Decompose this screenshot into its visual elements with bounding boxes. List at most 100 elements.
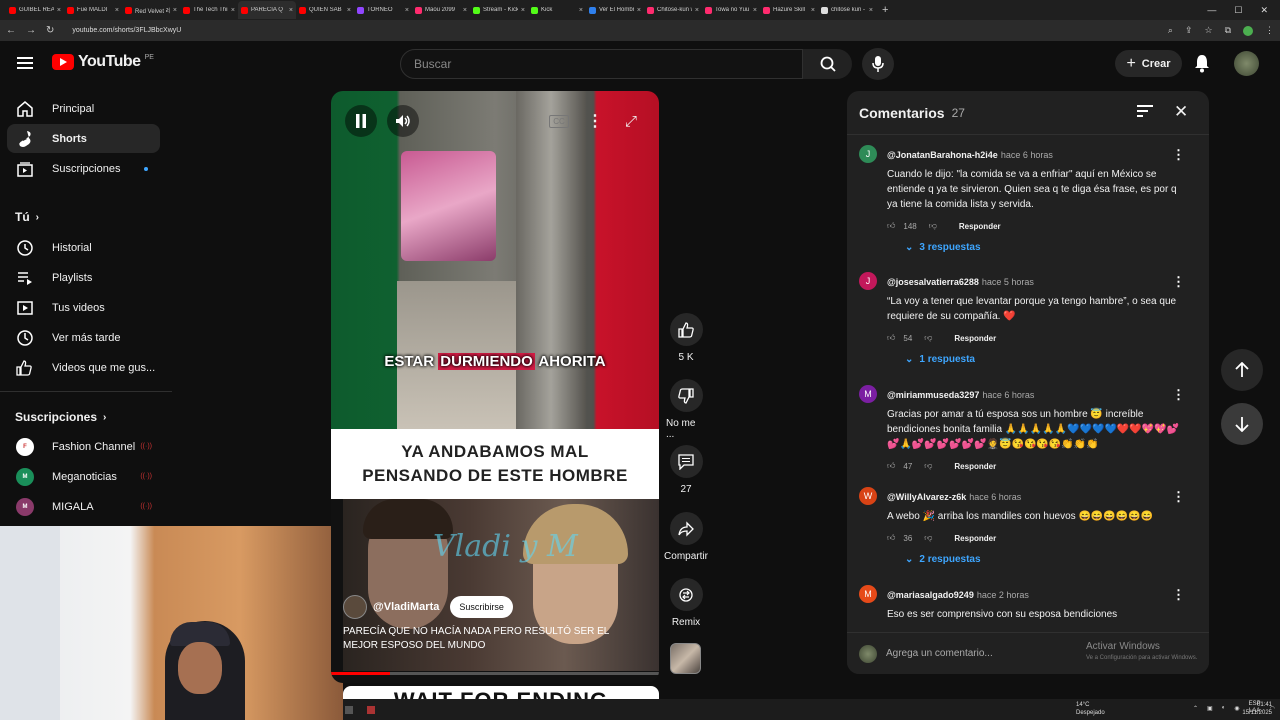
view-replies-button[interactable]: ⌄ 3 respuestas [905, 242, 1187, 253]
sidebar-item-historial[interactable]: Historial [7, 233, 160, 262]
app-icon[interactable] [367, 705, 375, 714]
bookmark-star-icon[interactable]: ☆ [1204, 25, 1212, 36]
browser-tab[interactable]: PARECÍA Q × [238, 1, 296, 19]
comment-author[interactable]: @WillyAlvarez-z6k [887, 492, 966, 502]
commenter-avatar[interactable]: M [859, 385, 877, 403]
share-button[interactable]: Compartir [664, 512, 708, 562]
minimize-icon[interactable]: — [1207, 5, 1216, 15]
profile-icon[interactable] [1243, 25, 1253, 36]
add-comment-input[interactable]: Agrega un comentario... [886, 648, 993, 659]
comment-like-icon[interactable]: 👍︎ [887, 461, 895, 471]
menu-icon[interactable]: ⋮ [1265, 25, 1274, 36]
browser-tab[interactable]: Ver El Hombre× [586, 1, 644, 19]
search-button[interactable] [803, 49, 852, 79]
pause-button[interactable] [345, 105, 377, 137]
comment-author[interactable]: @JonatanBarahona-h2i4e [887, 150, 998, 160]
comment-author[interactable]: @mariasalgado9249 [887, 590, 974, 600]
commenter-avatar[interactable]: M [859, 585, 877, 603]
new-tab-icon[interactable]: + [882, 4, 888, 16]
clock[interactable]: 01:41 15/11/2025 [1242, 701, 1272, 717]
browser-tab[interactable]: Maou 2099 × [412, 1, 470, 19]
sort-icon[interactable] [1137, 104, 1153, 123]
browser-tab[interactable]: GUIBEL REACCI× [6, 1, 64, 19]
browser-tab[interactable]: The Tech Thing× [180, 1, 238, 19]
close-tab-icon[interactable]: × [289, 7, 293, 14]
sidebar-item-ver-m-s-tarde[interactable]: Ver más tarde [7, 323, 160, 352]
tray-app-icon[interactable]: ▣ [1207, 705, 1213, 712]
commenter-avatar[interactable]: J [859, 145, 877, 163]
captions-button[interactable]: CC [543, 105, 575, 137]
url-text[interactable]: youtube.com/shorts/3FLJBbcXwyU [72, 27, 1158, 34]
tray-chevron-icon[interactable]: ⌃ [1193, 705, 1198, 712]
reply-button[interactable]: Responder [954, 462, 996, 471]
close-comments-icon[interactable]: ✕ [1174, 102, 1188, 122]
reply-button[interactable]: Responder [959, 222, 1001, 231]
search-input[interactable]: Buscar [400, 49, 803, 79]
close-tab-icon[interactable]: × [521, 7, 525, 14]
close-tab-icon[interactable]: × [869, 7, 873, 14]
close-tab-icon[interactable]: × [173, 7, 177, 14]
subscriptions-section-heading[interactable]: Suscripciones › [15, 410, 106, 424]
add-comment-bar[interactable]: Agrega un comentario... [847, 632, 1209, 674]
browser-tab[interactable]: Stream - Kick D× [470, 1, 528, 19]
notifications-bell-icon[interactable] [1193, 53, 1211, 78]
browser-tab[interactable]: Chitose-kun wa× [644, 1, 702, 19]
comment-dislike-icon[interactable]: 👎︎ [924, 333, 932, 343]
close-tab-icon[interactable]: × [405, 7, 409, 14]
comment-menu-icon[interactable]: ⋮ [1172, 274, 1185, 290]
channel-name[interactable]: @VladiMarta [373, 601, 439, 613]
you-section-heading[interactable]: Tú › [15, 210, 39, 224]
subscription-channel[interactable]: M MIGALA ((·)) [7, 492, 160, 521]
comment-menu-icon[interactable]: ⋮ [1172, 147, 1185, 163]
browser-tab[interactable]: Fue MALDI × [64, 1, 122, 19]
previous-short-button[interactable] [1221, 349, 1263, 391]
tray-app-icon[interactable]: ◐ [1222, 705, 1226, 711]
share-page-icon[interactable]: ⇪ [1185, 25, 1193, 36]
audio-thumbnail[interactable] [670, 643, 701, 674]
reply-button[interactable]: Responder [954, 534, 996, 543]
voice-search-button[interactable] [862, 48, 894, 80]
create-button[interactable]: + Crear [1115, 50, 1182, 77]
comment-dislike-icon[interactable]: 👎︎ [924, 461, 932, 471]
sidebar-item-suscripciones[interactable]: Suscripciones [7, 154, 160, 183]
commenter-avatar[interactable]: J [859, 272, 877, 290]
like-button[interactable]: 5 K [666, 313, 706, 363]
short-title[interactable]: PARECÍA QUE NO HACÍA NADA PERO RESULTÓ S… [343, 625, 643, 653]
close-tab-icon[interactable]: × [463, 7, 467, 14]
video-progress-bar[interactable] [331, 672, 659, 675]
extensions-icon[interactable]: ⧉ [1225, 25, 1231, 36]
comment-like-icon[interactable]: 👍︎ [887, 333, 895, 343]
comments-button[interactable]: 27 [666, 445, 706, 495]
close-tab-icon[interactable]: × [695, 7, 699, 14]
comment-dislike-icon[interactable]: 👎︎ [924, 533, 932, 543]
forward-icon[interactable]: → [26, 25, 36, 36]
volume-button[interactable] [387, 105, 419, 137]
comment-menu-icon[interactable]: ⋮ [1172, 489, 1185, 505]
view-replies-button[interactable]: ⌄ 1 respuesta [905, 354, 1187, 365]
comment-menu-icon[interactable]: ⋮ [1172, 587, 1185, 603]
short-video-player[interactable]: ESTAR DURMIENDO AHORITA YA ANDABAMOS MAL… [331, 91, 659, 683]
browser-tab[interactable]: QUIEN SAB × [296, 1, 354, 19]
subscription-channel[interactable]: F Fashion Channel ((·)) [7, 432, 160, 461]
subscribe-button[interactable]: Suscribirse [450, 596, 513, 618]
browser-tab[interactable]: TORNEO × [354, 1, 412, 19]
remix-button[interactable]: Remix [666, 578, 706, 628]
close-tab-icon[interactable]: × [115, 7, 119, 14]
comment-dislike-icon[interactable]: 👎︎ [929, 221, 937, 231]
weather-widget[interactable]: 14°C Despejado [1076, 701, 1105, 717]
maximize-icon[interactable]: ☐ [1234, 5, 1242, 16]
tray-app-icon[interactable]: ◉ [1234, 705, 1239, 712]
close-tab-icon[interactable]: × [231, 7, 235, 14]
comment-menu-icon[interactable]: ⋮ [1172, 387, 1185, 403]
close-tab-icon[interactable]: × [347, 7, 351, 14]
close-tab-icon[interactable]: × [811, 7, 815, 14]
fullscreen-button[interactable]: ⤢ [615, 105, 647, 137]
dislike-button[interactable]: No me ... [666, 379, 706, 440]
sidebar-item-principal[interactable]: Principal [7, 94, 160, 123]
browser-tab[interactable]: Kick × [528, 1, 586, 19]
comment-like-icon[interactable]: 👍︎ [887, 221, 895, 231]
sidebar-item-tus-videos[interactable]: Tus videos [7, 293, 160, 322]
back-icon[interactable]: ← [6, 25, 16, 36]
close-tab-icon[interactable]: × [637, 7, 641, 14]
app-icon[interactable] [345, 705, 353, 714]
